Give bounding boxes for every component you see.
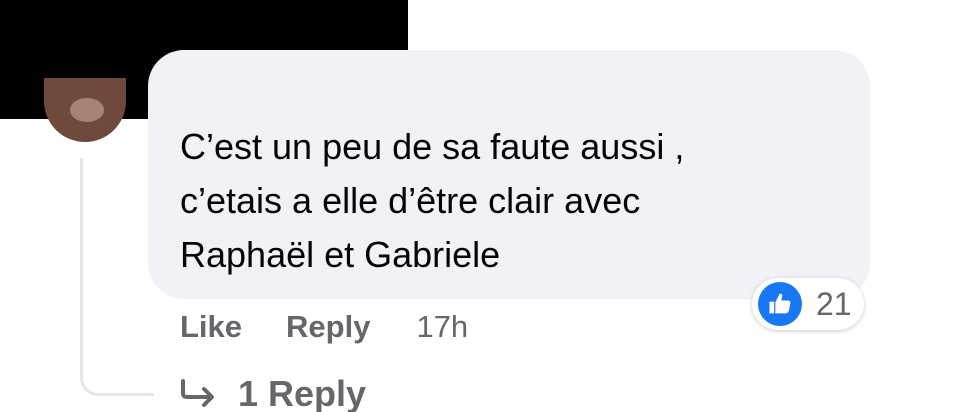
reply-arrow-icon [181,379,214,407]
thread-line [80,158,154,396]
comment-actions: Like Reply 17h [180,306,468,348]
replies-label: 1 Reply [238,373,367,412]
comment-line: c’etais a elle d’être clair avec [180,180,641,221]
comment-line: C’est un peu de sa faute aussi , [180,126,685,167]
reaction-badge[interactable]: 21 [752,278,864,330]
timestamp[interactable]: 17h [416,306,468,348]
reply-button[interactable]: Reply [286,306,370,348]
comment-line: Raphaël et Gabriele [180,234,501,275]
like-button[interactable]: Like [180,306,242,348]
comment-text: C’est un peu de sa faute aussi , c’etais… [180,120,800,282]
avatar-photo-detail [70,98,104,122]
reaction-count: 21 [816,286,852,322]
avatar[interactable] [44,78,126,142]
like-icon [758,282,802,326]
view-replies-button[interactable]: 1 Reply [180,370,366,412]
comment-screenshot: C’est un peu de sa faute aussi , c’etais… [0,0,980,412]
